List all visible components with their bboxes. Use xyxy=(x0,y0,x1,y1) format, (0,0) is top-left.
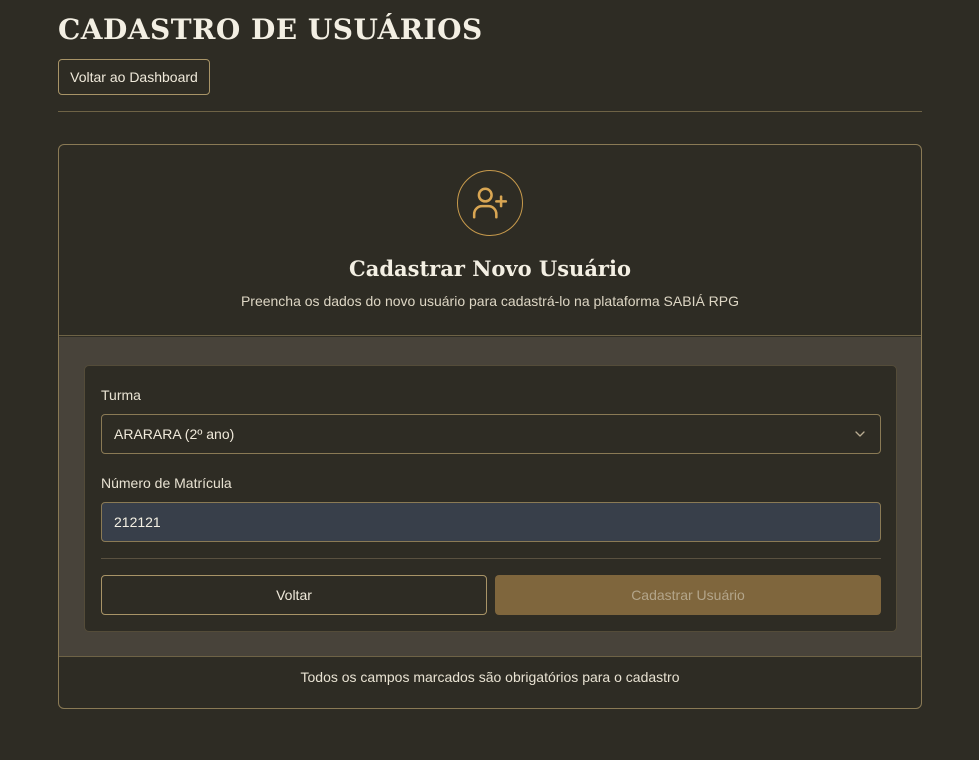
page-title: CADASTRO DE USUÁRIOS xyxy=(58,13,483,46)
enrollment-field-label: Número de Matrícula xyxy=(101,475,232,491)
registration-card: Cadastrar Novo Usuário Preencha os dados… xyxy=(58,144,922,709)
class-select-value: ARARARA (2º ano) xyxy=(114,426,235,442)
card-body: Turma ARARARA (2º ano) Número de Matrícu… xyxy=(59,337,921,657)
card-subtitle: Preencha os dados do novo usuário para c… xyxy=(240,293,740,309)
card-title: Cadastrar Novo Usuário xyxy=(349,256,631,281)
enrollment-number-input[interactable] xyxy=(101,502,881,542)
back-to-dashboard-button[interactable]: Voltar ao Dashboard xyxy=(58,59,210,95)
registration-form: Turma ARARARA (2º ano) Número de Matrícu… xyxy=(84,365,897,632)
required-fields-note: Todos os campos marcados são obrigatório… xyxy=(300,669,680,685)
back-button[interactable]: Voltar xyxy=(101,575,487,615)
form-divider xyxy=(101,558,881,559)
card-header: Cadastrar Novo Usuário Preencha os dados… xyxy=(59,145,921,336)
class-field-label: Turma xyxy=(101,387,141,403)
class-select[interactable]: ARARARA (2º ano) xyxy=(101,414,881,454)
header-divider xyxy=(58,111,922,112)
chevron-down-icon xyxy=(855,431,865,437)
register-user-button[interactable]: Cadastrar Usuário xyxy=(495,575,881,615)
user-plus-icon xyxy=(457,170,523,236)
